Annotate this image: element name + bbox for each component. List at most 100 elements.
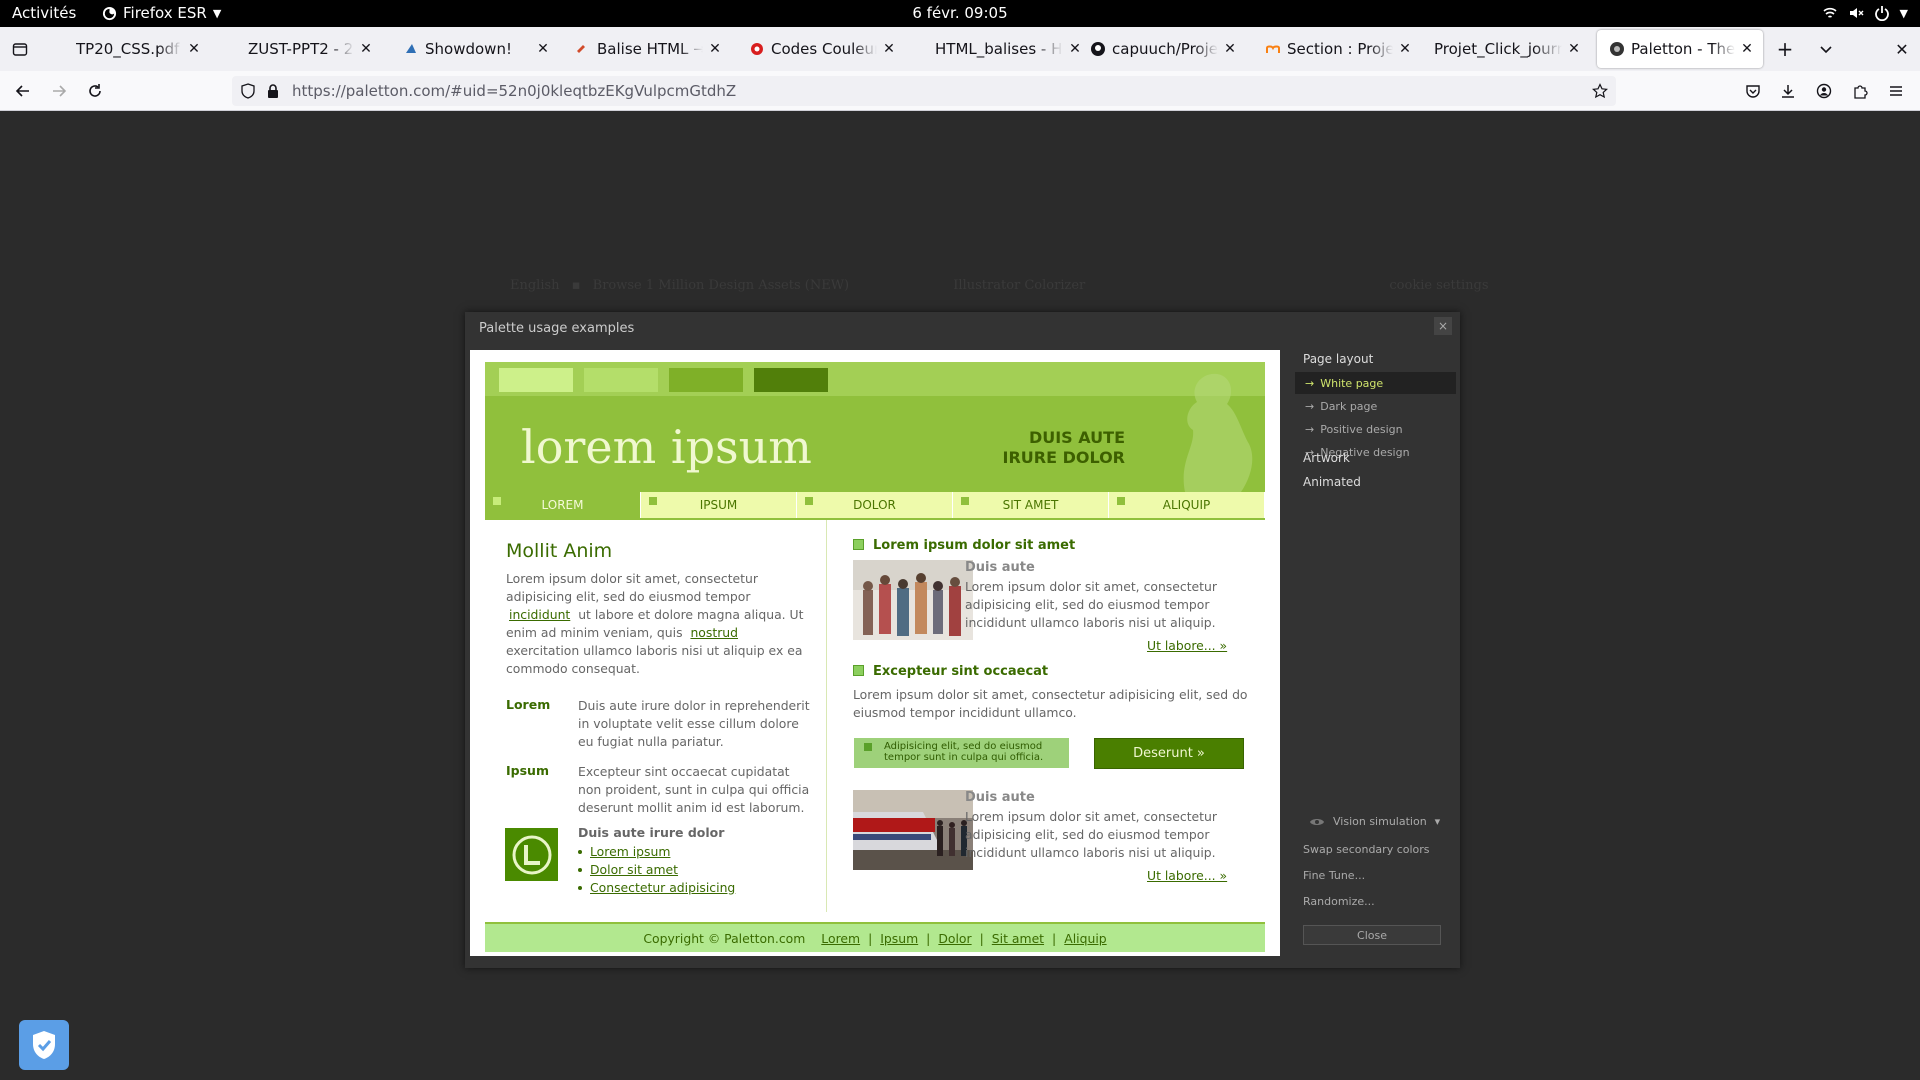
layout-option-dark-page[interactable]: → Dark page: [1295, 395, 1456, 417]
system-tray[interactable]: ▼: [1822, 5, 1908, 21]
layout-option-positive-design[interactable]: → Positive design: [1295, 418, 1456, 440]
clock[interactable]: 6 févr. 09:05: [0, 4, 1920, 22]
arrow-right-icon: [53, 85, 67, 97]
close-button[interactable]: Close: [1303, 925, 1441, 945]
bullet-icon: [578, 886, 582, 890]
tab-1[interactable]: TP20_CSS.pdf ✕: [42, 30, 210, 68]
tab-5[interactable]: Codes Couleur HTML✕: [737, 30, 905, 68]
tag-icon: [575, 41, 591, 57]
palette-usage-dialog: Palette usage examples × lorem ipsum DUI…: [465, 312, 1460, 968]
tab-3[interactable]: Showdown! ✕: [391, 30, 559, 68]
system-top-bar: Activités Firefox ESR ▼ 6 févr. 09:05 ▼: [0, 0, 1920, 27]
downloads-button[interactable]: [1777, 80, 1799, 102]
fine-tune-option[interactable]: Fine Tune...: [1303, 869, 1365, 882]
dialog-sidebar: Page layout → White page → Dark page → Positi…: [1291, 352, 1456, 952]
footer-link[interactable]: Aliquip: [1064, 931, 1106, 946]
bullet-icon: [864, 743, 872, 751]
close-tab-icon[interactable]: ✕: [1739, 41, 1755, 57]
incididunt-link[interactable]: incididunt: [509, 607, 570, 622]
close-window-button[interactable]: ✕: [1891, 38, 1913, 60]
forward-button[interactable]: [48, 80, 70, 102]
layout-option-white-page[interactable]: → White page: [1295, 372, 1456, 394]
new-tab-button[interactable]: +: [1774, 37, 1796, 61]
account-button[interactable]: [1813, 80, 1835, 102]
list-link[interactable]: Dolor sit amet: [590, 861, 678, 879]
nav-item-dolor[interactable]: DOLOR: [797, 492, 953, 518]
tab-6[interactable]: HTML_balises - Hop✕: [923, 30, 1091, 68]
url-text[interactable]: https://paletton.com/#uid=52n0j0kleqtbzE…: [292, 82, 736, 100]
firefox-view-icon: [12, 43, 28, 56]
randomize-option[interactable]: Randomize...: [1303, 895, 1375, 908]
footer-link[interactable]: Sit amet: [992, 931, 1044, 946]
close-tab-icon[interactable]: ✕: [535, 41, 551, 57]
copyright-text: Copyright © Paletton.com: [643, 930, 806, 946]
dialog-close-button[interactable]: ×: [1434, 317, 1452, 335]
nav-square-icon: [649, 497, 657, 505]
footer-separator: |: [868, 930, 873, 946]
list-link[interactable]: Consectetur adipisicing: [590, 879, 735, 897]
color-swatch: [669, 368, 743, 392]
arrow-right-icon: →: [1305, 422, 1315, 436]
tab-7[interactable]: capuuch/ProjetSite✕: [1078, 30, 1246, 68]
footer-link[interactable]: Ipsum: [880, 931, 918, 946]
tab-8[interactable]: Section : Projet | Ea✕: [1253, 30, 1421, 68]
pocket-button[interactable]: [1742, 80, 1764, 102]
list-link[interactable]: Lorem ipsum: [590, 843, 670, 861]
close-tab-icon[interactable]: ✕: [1566, 41, 1582, 57]
read-more-link[interactable]: Ut labore... »: [1147, 868, 1227, 883]
bookmark-star-icon[interactable]: [1592, 83, 1608, 99]
bullet-icon: [578, 850, 582, 854]
list-all-tabs-button[interactable]: [1815, 38, 1837, 60]
definition-text: Duis aute irure dolor in reprehenderit i…: [578, 698, 810, 749]
dialog-title: Palette usage examples: [479, 321, 635, 336]
footer-link[interactable]: Lorem: [821, 931, 860, 946]
train-photo: [853, 790, 973, 870]
tab-title: Section : Projet | Ea: [1287, 40, 1393, 58]
tab-9[interactable]: Projet_Click_journey✕: [1422, 30, 1590, 68]
close-tab-icon[interactable]: ✕: [1397, 41, 1413, 57]
nav-item-lorem[interactable]: LOREM: [485, 492, 641, 518]
hamburger-menu-icon: [1890, 86, 1902, 96]
close-tab-icon[interactable]: ✕: [881, 41, 897, 57]
site-slogan: DUIS AUTE IRURE DOLOR: [1002, 428, 1125, 467]
nav-item-aliquip[interactable]: ALIQUIP: [1109, 492, 1265, 518]
deserunt-button[interactable]: Deserunt »: [1094, 738, 1244, 769]
close-tab-icon[interactable]: ✕: [707, 41, 723, 57]
back-button[interactable]: [12, 80, 34, 102]
artwork-option[interactable]: Artwork: [1303, 451, 1350, 465]
article-heading: Lorem ipsum dolor sit amet: [853, 538, 1075, 553]
definition-term: Lorem: [506, 697, 551, 712]
tab-strip: TP20_CSS.pdf✕ZUST-PPT2 - 20-CSS✕Showdown…: [0, 27, 1920, 71]
read-more-link[interactable]: Ut labore... »: [1147, 638, 1227, 653]
close-tab-icon[interactable]: ✕: [186, 41, 202, 57]
close-tab-icon[interactable]: ✕: [358, 41, 374, 57]
vision-simulation-dropdown[interactable]: Vision simulation ▾: [1309, 815, 1440, 828]
close-tab-icon[interactable]: ✕: [1222, 41, 1238, 57]
crowd-photo: [853, 560, 973, 640]
animated-option[interactable]: Animated: [1303, 475, 1361, 489]
footer-link[interactable]: Dolor: [938, 931, 971, 946]
tab-10[interactable]: Paletton - The Color✕: [1597, 30, 1763, 68]
extensions-button[interactable]: [1849, 80, 1871, 102]
nav-item-label: ALIQUIP: [1162, 498, 1211, 512]
privacy-badge[interactable]: [19, 1020, 69, 1070]
left-paragraph: Lorem ipsum dolor sit amet, consectetur …: [506, 571, 804, 676]
shield-icon[interactable]: [240, 83, 256, 99]
nostrud-link[interactable]: nostrud: [690, 625, 738, 640]
page-layout-heading[interactable]: Page layout: [1303, 352, 1373, 366]
left-column: Mollit Anim Lorem ipsum dolor sit amet, …: [485, 520, 827, 912]
tab-2[interactable]: ZUST-PPT2 - 20-CSS✕: [214, 30, 382, 68]
nav-item-ipsum[interactable]: IPSUM: [641, 492, 797, 518]
url-bar[interactable]: https://paletton.com/#uid=52n0j0kleqtbzE…: [232, 76, 1616, 106]
tab-title: Balise HTML → Tag: [597, 40, 703, 58]
bullet-icon: [853, 665, 864, 676]
chevron-down-icon: ▾: [1434, 815, 1441, 828]
menu-button[interactable]: [1885, 80, 1907, 102]
nav-item-label: IPSUM: [699, 498, 738, 512]
swap-secondary-colors-option[interactable]: Swap secondary colors: [1303, 843, 1430, 856]
tab-4[interactable]: Balise HTML → Tag✕: [563, 30, 731, 68]
firefox-view-button[interactable]: [9, 38, 31, 60]
reload-button[interactable]: [84, 80, 106, 102]
nav-item-sit-amet[interactable]: SIT AMET: [953, 492, 1109, 518]
lock-icon[interactable]: [266, 83, 280, 99]
